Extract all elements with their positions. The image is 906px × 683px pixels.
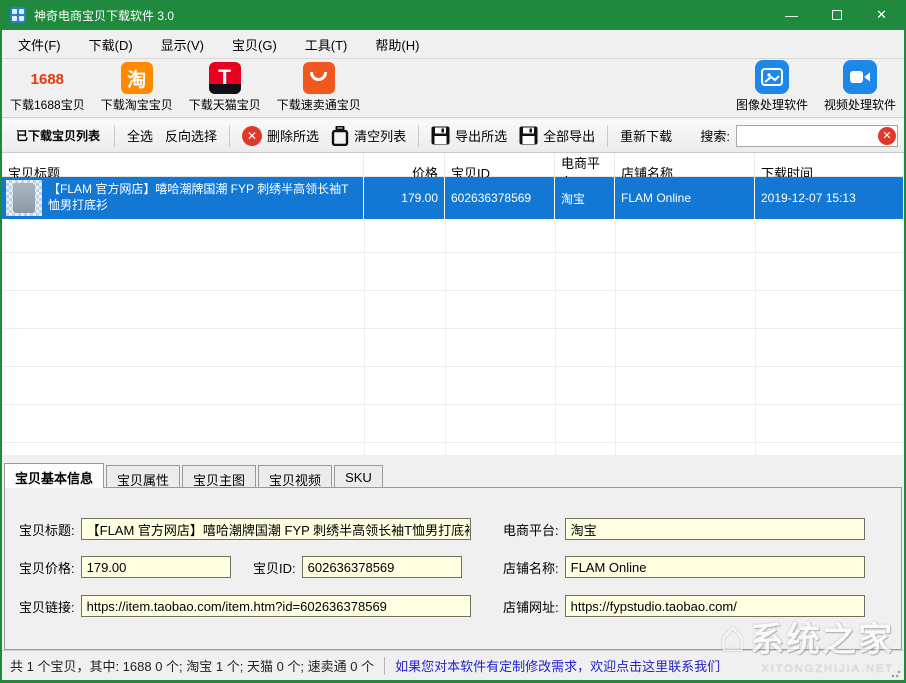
video-software-label: 视频处理软件: [824, 96, 896, 113]
window-title: 神奇电商宝贝下载软件 3.0: [34, 7, 174, 24]
row-id-cell: 602636378569: [445, 177, 555, 219]
search-label: 搜索:: [700, 126, 730, 145]
platform-field[interactable]: 淘宝: [565, 518, 865, 540]
menu-download[interactable]: 下载(D): [79, 31, 143, 58]
separator: [607, 125, 608, 147]
shop-name-field-label: 店铺名称:: [503, 558, 559, 577]
floppy-disk-icon: [519, 126, 538, 145]
id-field-label: 宝贝ID:: [253, 558, 296, 577]
row-time-cell: 2019-12-07 15:13: [755, 177, 904, 219]
tab-video[interactable]: 宝贝视频: [258, 465, 332, 488]
downloaded-list-label: 已下载宝贝列表: [8, 127, 108, 144]
product-thumbnail: [6, 180, 42, 216]
row-title-cell: 【FLAM 官方网店】嘻哈潮牌国潮 FYP 刺绣半高领长袖T恤男打底衫: [2, 177, 364, 219]
price-field[interactable]: 179.00: [81, 556, 231, 578]
delete-icon: ✕: [242, 126, 262, 146]
tab-attributes[interactable]: 宝贝属性: [106, 465, 180, 488]
basic-info-panel: 宝贝标题: 【FLAM 官方网店】嘻哈潮牌国潮 FYP 刺绣半高领长袖T恤男打底…: [4, 487, 902, 650]
shop-url-field[interactable]: https://fypstudio.taobao.com/: [565, 595, 865, 617]
clear-list-button[interactable]: 清空列表: [325, 122, 412, 150]
download-aliexpress-label: 下载速卖通宝贝: [277, 96, 361, 113]
link-field[interactable]: https://item.taobao.com/item.htm?id=6026…: [81, 595, 471, 617]
close-button[interactable]: ✕: [859, 0, 904, 30]
table-row[interactable]: 【FLAM 官方网店】嘻哈潮牌国潮 FYP 刺绣半高领长袖T恤男打底衫 179.…: [2, 177, 904, 219]
menu-item-product[interactable]: 宝贝(G): [222, 31, 287, 58]
detail-tabs: 宝贝基本信息 宝贝属性 宝贝主图 宝贝视频 SKU: [4, 463, 904, 488]
tab-main-images[interactable]: 宝贝主图: [182, 465, 256, 488]
image-software-icon: [755, 60, 789, 94]
separator: [384, 657, 385, 675]
titlebar: 神奇电商宝贝下载软件 3.0 — ✕: [2, 0, 904, 30]
search-clear-icon[interactable]: ✕: [878, 127, 896, 145]
invert-selection-button[interactable]: 反向选择: [159, 122, 223, 149]
floppy-disk-icon: [431, 126, 450, 145]
shop-url-field-label: 店铺网址:: [503, 597, 559, 616]
maximize-button[interactable]: [814, 0, 859, 30]
id-field[interactable]: 602636378569: [302, 556, 462, 578]
video-software-button[interactable]: 视频处理软件: [816, 60, 904, 117]
resize-grip[interactable]: [891, 668, 901, 678]
product-table: 宝贝标题 价格 宝贝ID 电商平台 店铺名称 下载时间 【FLAM 官方网店】嘻…: [2, 153, 904, 455]
image-software-label: 图像处理软件: [736, 96, 808, 113]
tab-basic-info[interactable]: 宝贝基本信息: [4, 463, 104, 488]
image-software-button[interactable]: 图像处理软件: [728, 60, 816, 117]
contact-us-link[interactable]: 如果您对本软件有定制修改需求，欢迎点击这里联系我们: [395, 656, 720, 675]
download-1688-button[interactable]: 1688 下载1688宝贝: [2, 60, 93, 117]
separator: [114, 125, 115, 147]
app-window: 神奇电商宝贝下载软件 3.0 — ✕ 文件(F) 下载(D) 显示(V) 宝贝(…: [0, 0, 906, 683]
list-actionbar: 已下载宝贝列表 全选 反向选择 ✕ 删除所选 清空列表 导出所选 全部导出: [2, 119, 904, 153]
table-header: 宝贝标题 价格 宝贝ID 电商平台 店铺名称 下载时间: [2, 153, 904, 177]
platform-field-label: 电商平台:: [503, 520, 559, 539]
app-icon: [10, 7, 26, 23]
menu-file[interactable]: 文件(F): [8, 31, 71, 58]
row-price-cell: 179.00: [364, 177, 445, 219]
separator: [418, 125, 419, 147]
delete-selected-button[interactable]: ✕ 删除所选: [236, 122, 325, 150]
separator: [229, 125, 230, 147]
maximize-icon: [832, 10, 842, 20]
title-field-label: 宝贝标题:: [19, 520, 75, 539]
price-field-label: 宝贝价格:: [19, 558, 75, 577]
redownload-button[interactable]: 重新下载: [614, 122, 678, 149]
shop-name-field[interactable]: FLAM Online: [565, 556, 865, 578]
menu-help[interactable]: 帮助(H): [365, 31, 429, 58]
taobao-logo-icon: 淘: [121, 62, 153, 94]
menu-tools[interactable]: 工具(T): [295, 31, 358, 58]
video-software-icon: [843, 60, 877, 94]
1688-logo-icon: 1688: [31, 71, 64, 88]
toolbar: 1688 下载1688宝贝 淘 下载淘宝宝贝 T 下载天猫宝贝 下载速卖通宝贝: [2, 60, 904, 118]
item-count-summary: 共 1 个宝贝，其中: 1688 0 个; 淘宝 1 个; 天猫 0 个; 速卖…: [10, 656, 374, 675]
minimize-button[interactable]: —: [769, 0, 814, 30]
download-1688-label: 下载1688宝贝: [10, 96, 85, 113]
search-input[interactable]: [736, 125, 898, 147]
menu-view[interactable]: 显示(V): [151, 31, 214, 58]
trash-icon: [331, 126, 349, 146]
download-aliexpress-button[interactable]: 下载速卖通宝贝: [269, 60, 369, 117]
link-field-label: 宝贝链接:: [19, 597, 75, 616]
row-shop-cell: FLAM Online: [615, 177, 755, 219]
row-platform-cell: 淘宝: [555, 177, 615, 219]
tab-sku[interactable]: SKU: [334, 465, 383, 488]
export-selected-button[interactable]: 导出所选: [425, 122, 513, 149]
statusbar: 共 1 个宝贝，其中: 1688 0 个; 淘宝 1 个; 天猫 0 个; 速卖…: [2, 650, 904, 680]
tmall-logo-icon: T: [209, 62, 241, 94]
download-tmall-button[interactable]: T 下载天猫宝贝: [181, 60, 269, 117]
export-all-button[interactable]: 全部导出: [513, 122, 601, 149]
title-field[interactable]: 【FLAM 官方网店】嘻哈潮牌国潮 FYP 刺绣半高领长袖T恤男打底衫: [81, 518, 471, 540]
select-all-button[interactable]: 全选: [121, 122, 159, 149]
download-taobao-button[interactable]: 淘 下载淘宝宝贝: [93, 60, 181, 117]
download-tmall-label: 下载天猫宝贝: [189, 96, 261, 113]
aliexpress-logo-icon: [303, 62, 335, 94]
menubar: 文件(F) 下载(D) 显示(V) 宝贝(G) 工具(T) 帮助(H): [2, 30, 904, 59]
download-taobao-label: 下载淘宝宝贝: [101, 96, 173, 113]
